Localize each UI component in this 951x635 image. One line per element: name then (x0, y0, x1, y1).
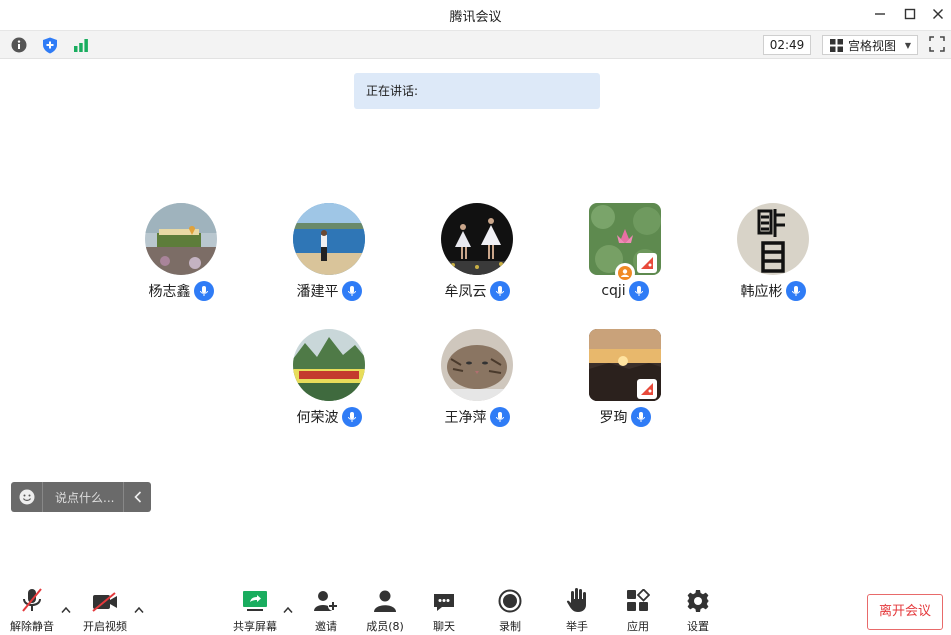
mic-icon (785, 281, 806, 301)
gear-icon (687, 590, 709, 612)
share-screen-label: 共享屏幕 (233, 620, 277, 633)
network-status-button[interactable] (72, 36, 90, 54)
title-bar: 腾讯会议 (0, 0, 951, 30)
host-badge-icon (615, 263, 635, 283)
start-video-button[interactable]: 开启视频 (79, 585, 131, 635)
signal-bars-icon (74, 39, 88, 52)
invite-button[interactable]: 邀请 (306, 585, 346, 635)
chevron-up-icon (61, 606, 71, 613)
add-person-icon (314, 591, 338, 611)
emoji-button[interactable] (11, 482, 43, 512)
video-off-icon (92, 592, 117, 612)
share-screen-button[interactable]: 共享屏幕 (229, 585, 281, 635)
chat-bubble-icon (434, 594, 454, 611)
participant-name: 潘建平 (296, 284, 339, 300)
close-icon (933, 9, 943, 19)
info-icon (11, 37, 27, 53)
participant-tile[interactable]: 杨志鑫 (121, 203, 241, 313)
participant-name: 王净萍 (444, 410, 487, 426)
mic-icon (193, 281, 214, 301)
avatar (145, 203, 217, 275)
participant-name: cqji (601, 283, 626, 299)
start-video-label: 开启视频 (83, 620, 127, 633)
participant-name: 韩应彬 (740, 284, 783, 300)
audio-options-button[interactable] (60, 604, 72, 616)
info-bar: 02:49 宫格视图 ▼ (0, 30, 951, 59)
view-mode-label: 宫格视图 (848, 38, 897, 53)
avatar (293, 329, 365, 401)
share-options-button[interactable] (282, 604, 294, 616)
participant-tile[interactable]: 潘建平 (269, 203, 389, 313)
participant-name: 罗珣 (599, 410, 628, 426)
maximize-button[interactable] (899, 4, 921, 24)
unmute-label: 解除静音 (10, 620, 54, 633)
minimize-button[interactable] (869, 4, 891, 24)
record-button[interactable]: 录制 (490, 585, 530, 635)
fullscreen-button[interactable] (929, 36, 947, 54)
close-button[interactable] (927, 4, 949, 24)
security-button[interactable] (41, 36, 59, 54)
mic-icon (628, 281, 649, 301)
flag-icon (637, 253, 657, 273)
participant-tile[interactable]: 罗珣 (565, 329, 685, 439)
maximize-icon (904, 8, 916, 20)
unmute-button[interactable]: 解除静音 (6, 585, 58, 635)
collapse-chat-button[interactable] (123, 482, 151, 512)
participant-name: 杨志鑫 (148, 284, 191, 300)
settings-button[interactable]: 设置 (678, 585, 718, 635)
avatar (441, 203, 513, 275)
mic-icon (341, 281, 362, 301)
apps-label: 应用 (627, 620, 649, 633)
mic-icon (489, 407, 510, 427)
chat-input-placeholder[interactable]: 说点什么... (43, 489, 123, 506)
participant-name: 何荣波 (296, 410, 339, 426)
settings-label: 设置 (687, 620, 709, 633)
record-label: 录制 (499, 620, 521, 633)
avatar (737, 203, 809, 275)
raise-hand-icon (566, 588, 586, 612)
minimize-icon (875, 13, 885, 15)
caret-down-icon: ▼ (904, 40, 911, 50)
invite-label: 邀请 (315, 620, 337, 633)
participant-tile[interactable]: 王净萍 (417, 329, 537, 439)
members-icon (374, 590, 396, 612)
flag-icon (637, 379, 657, 399)
chat-quick-input[interactable]: 说点什么... (11, 482, 151, 512)
video-options-button[interactable] (133, 604, 145, 616)
chevron-left-icon (133, 491, 141, 503)
members-label: 成员(8) (366, 620, 404, 633)
mic-icon (630, 407, 651, 427)
speaking-banner: 正在讲话: (354, 73, 600, 109)
members-button[interactable]: 成员(8) (362, 585, 408, 635)
avatar (293, 203, 365, 275)
share-screen-icon (243, 591, 267, 611)
smiley-icon (19, 489, 34, 505)
participant-name: 牟凤云 (444, 284, 487, 300)
mic-icon (341, 407, 362, 427)
raise-hand-button[interactable]: 举手 (557, 585, 597, 635)
chevron-up-icon (283, 606, 293, 613)
chat-label: 聊天 (433, 620, 455, 633)
participant-tile[interactable]: 何荣波 (269, 329, 389, 439)
mic-icon (489, 281, 510, 301)
raise-hand-label: 举手 (566, 620, 588, 633)
fullscreen-icon (929, 36, 945, 52)
mic-muted-icon (22, 588, 42, 612)
participant-tile[interactable]: 牟凤云 (417, 203, 537, 313)
shield-icon (43, 37, 57, 53)
meeting-info-button[interactable] (10, 36, 28, 54)
record-icon (498, 589, 522, 613)
chat-button[interactable]: 聊天 (424, 585, 464, 635)
apps-button[interactable]: 应用 (618, 585, 658, 635)
grid-view-icon (830, 38, 843, 52)
chevron-up-icon (134, 606, 144, 613)
view-mode-dropdown[interactable]: 宫格视图 ▼ (822, 35, 918, 55)
participant-tile[interactable]: cqji (565, 203, 685, 313)
meeting-timer: 02:49 (763, 35, 811, 55)
avatar (441, 329, 513, 401)
participant-tile[interactable]: 韩应彬 (713, 203, 833, 313)
leave-meeting-button[interactable]: 离开会议 (867, 594, 943, 630)
window-title: 腾讯会议 (449, 10, 502, 25)
apps-icon (627, 589, 650, 611)
